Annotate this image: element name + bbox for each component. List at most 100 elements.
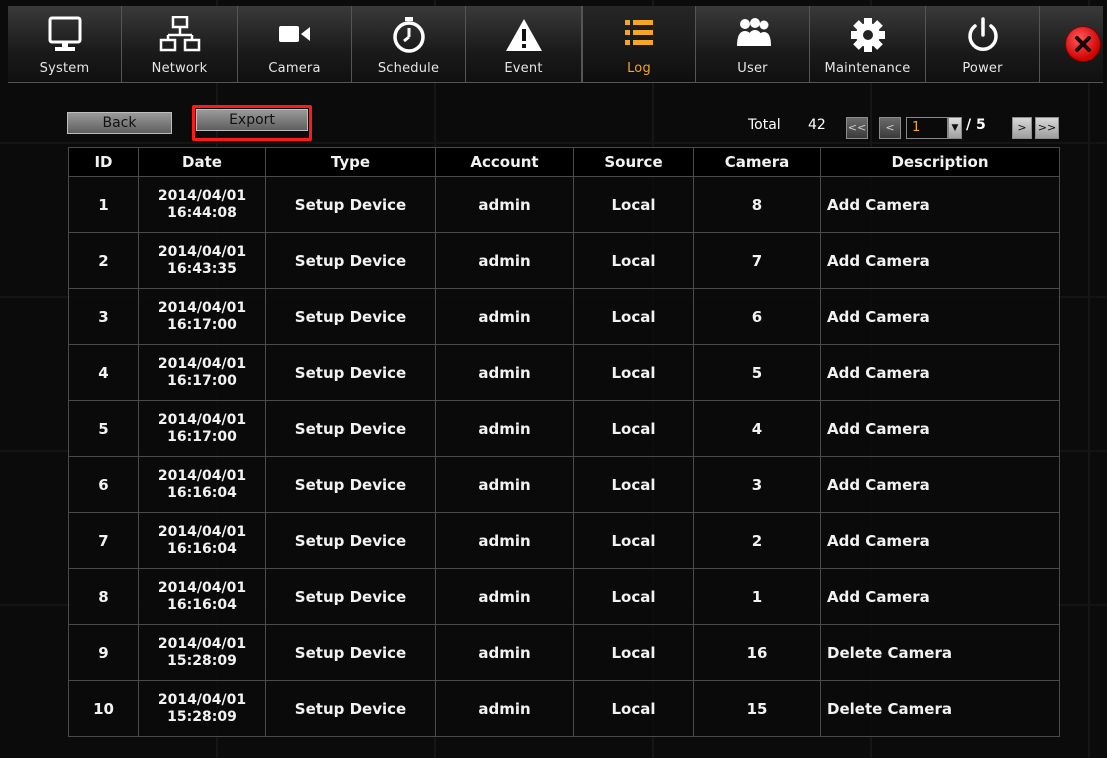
table-row[interactable]: 5 2014/04/01 16:17:00 Setup Device admin …	[68, 400, 1060, 457]
cell-source: Local	[573, 176, 694, 233]
cell-date-day: 2014/04/01	[157, 355, 247, 372]
cell-description: Delete Camera	[820, 624, 1060, 681]
cell-description: Add Camera	[820, 400, 1060, 457]
cell-id: 9	[68, 624, 139, 681]
tab-log[interactable]: Log	[582, 6, 696, 82]
tab-system[interactable]: System	[8, 6, 122, 82]
cell-date-day: 2014/04/01	[157, 411, 247, 428]
cell-type: Setup Device	[265, 680, 436, 737]
table-row[interactable]: 4 2014/04/01 16:17:00 Setup Device admin …	[68, 344, 1060, 401]
cell-id: 6	[68, 456, 139, 513]
back-button[interactable]: Back	[67, 112, 172, 134]
cell-description: Add Camera	[820, 232, 1060, 289]
cell-account: admin	[435, 512, 574, 569]
table-row[interactable]: 9 2014/04/01 15:28:09 Setup Device admin …	[68, 624, 1060, 681]
cell-source: Local	[573, 512, 694, 569]
cell-type: Setup Device	[265, 624, 436, 681]
cell-camera: 8	[693, 176, 821, 233]
cell-description: Add Camera	[820, 288, 1060, 345]
cell-type: Setup Device	[265, 232, 436, 289]
table-row[interactable]: 10 2014/04/01 15:28:09 Setup Device admin…	[68, 680, 1060, 737]
power-icon	[967, 17, 998, 51]
tab-label: System	[39, 61, 90, 76]
cell-type: Setup Device	[265, 568, 436, 625]
last-page-button[interactable]: >>	[1035, 117, 1059, 139]
gear-icon	[850, 18, 885, 52]
cell-id: 7	[68, 512, 139, 569]
table-header-row: ID Date Type Account Source Camera Descr…	[68, 147, 1060, 177]
cell-camera: 4	[693, 400, 821, 457]
page-dropdown-button[interactable]: ▼	[948, 117, 962, 139]
export-button[interactable]: Export	[196, 109, 308, 131]
cell-camera: 16	[693, 624, 821, 681]
cell-source: Local	[573, 680, 694, 737]
cell-description: Add Camera	[820, 456, 1060, 513]
cell-source: Local	[573, 456, 694, 513]
tab-power[interactable]: Power	[926, 6, 1040, 82]
cell-description: Delete Camera	[820, 680, 1060, 737]
cell-date: 2014/04/01 16:17:00	[138, 344, 266, 401]
cell-date-day: 2014/04/01	[157, 467, 247, 484]
page-number-input[interactable]: 1	[906, 117, 948, 139]
next-page-button[interactable]: >	[1012, 117, 1032, 139]
chevron-down-icon: ▼	[951, 123, 959, 133]
cell-date-time: 16:16:04	[167, 484, 237, 501]
cell-source: Local	[573, 568, 694, 625]
cell-type: Setup Device	[265, 456, 436, 513]
cell-date-time: 16:43:35	[167, 260, 237, 277]
cell-camera: 5	[693, 344, 821, 401]
table-row[interactable]: 3 2014/04/01 16:17:00 Setup Device admin …	[68, 288, 1060, 345]
stopwatch-icon	[392, 17, 425, 53]
table-row[interactable]: 6 2014/04/01 16:16:04 Setup Device admin …	[68, 456, 1060, 513]
table-row[interactable]: 2 2014/04/01 16:43:35 Setup Device admin …	[68, 232, 1060, 289]
column-header-source[interactable]: Source	[573, 147, 694, 177]
first-page-button[interactable]: <<	[846, 117, 868, 139]
monitor-icon	[48, 16, 81, 51]
tab-label: User	[737, 61, 768, 76]
cell-date-day: 2014/04/01	[157, 299, 247, 316]
tab-label: Network	[151, 61, 208, 76]
tab-label: Power	[962, 61, 1003, 76]
cell-type: Setup Device	[265, 288, 436, 345]
column-header-description[interactable]: Description	[820, 147, 1060, 177]
cell-account: admin	[435, 400, 574, 457]
cell-source: Local	[573, 624, 694, 681]
cell-account: admin	[435, 232, 574, 289]
column-header-type[interactable]: Type	[265, 147, 436, 177]
tab-schedule[interactable]: Schedule	[352, 6, 466, 82]
cell-account: admin	[435, 176, 574, 233]
top-toolbar: System Network Camera Schedule Event Log…	[8, 6, 1103, 83]
cell-source: Local	[573, 400, 694, 457]
cell-account: admin	[435, 344, 574, 401]
cell-type: Setup Device	[265, 512, 436, 569]
cell-date-day: 2014/04/01	[157, 243, 247, 260]
cell-date-time: 16:17:00	[167, 316, 237, 333]
tab-event[interactable]: Event	[466, 6, 582, 82]
cell-date-time: 16:16:04	[167, 540, 237, 557]
cell-date: 2014/04/01 16:17:00	[138, 288, 266, 345]
tab-network[interactable]: Network	[122, 6, 238, 82]
close-button[interactable]	[1066, 27, 1100, 61]
tab-label: Maintenance	[824, 61, 911, 76]
column-header-account[interactable]: Account	[435, 147, 574, 177]
column-header-camera[interactable]: Camera	[693, 147, 821, 177]
cell-date-day: 2014/04/01	[157, 187, 247, 204]
close-icon	[1075, 36, 1091, 52]
tab-user[interactable]: User	[696, 6, 810, 82]
column-header-id[interactable]: ID	[68, 147, 139, 177]
cell-camera: 1	[693, 568, 821, 625]
previous-page-button[interactable]: <	[879, 117, 901, 139]
cell-date: 2014/04/01 15:28:09	[138, 624, 266, 681]
table-row[interactable]: 8 2014/04/01 16:16:04 Setup Device admin …	[68, 568, 1060, 625]
tab-camera[interactable]: Camera	[238, 6, 352, 82]
column-header-date[interactable]: Date	[138, 147, 266, 177]
table-row[interactable]: 7 2014/04/01 16:16:04 Setup Device admin …	[68, 512, 1060, 569]
cell-id: 4	[68, 344, 139, 401]
total-count: 42	[808, 117, 826, 133]
table-row[interactable]: 1 2014/04/01 16:44:08 Setup Device admin …	[68, 176, 1060, 233]
cell-date-time: 16:44:08	[167, 204, 237, 221]
tab-maintenance[interactable]: Maintenance	[810, 6, 926, 82]
cell-date: 2014/04/01 16:17:00	[138, 400, 266, 457]
cell-type: Setup Device	[265, 344, 436, 401]
cell-date: 2014/04/01 16:16:04	[138, 456, 266, 513]
